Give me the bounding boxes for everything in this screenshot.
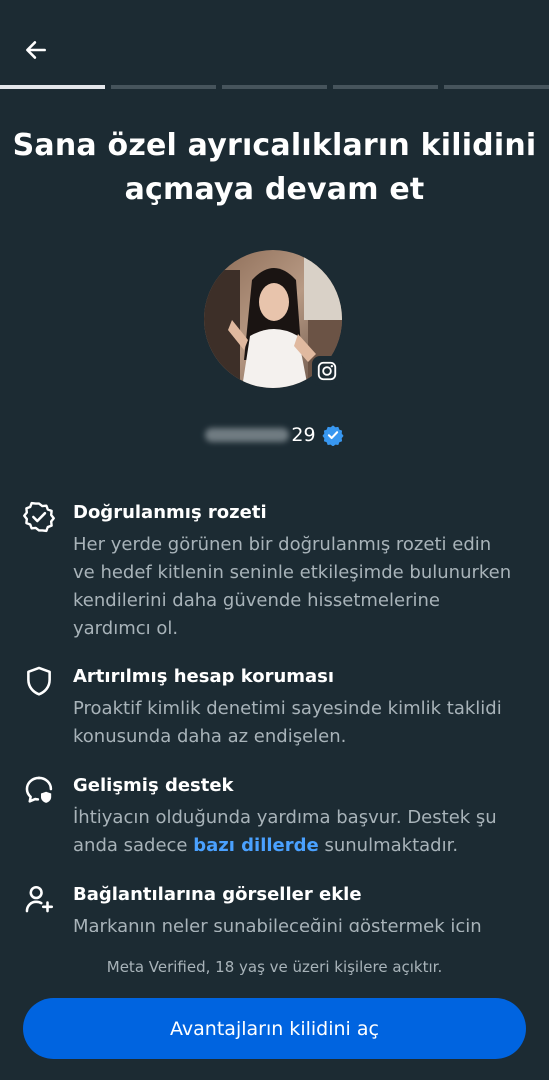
languages-link[interactable]: bazı dillerde (193, 835, 319, 856)
page-title: Sana özel ayrıcalıkların kilidini açmaya… (12, 128, 537, 207)
benefit-title: Bağlantılarına görseller ekle (73, 884, 362, 905)
unlock-benefits-button[interactable]: Avantajların kilidini aç (23, 998, 526, 1059)
back-button[interactable] (20, 34, 52, 66)
progress-segment (333, 85, 438, 89)
username: 29 (0, 424, 549, 446)
benefit-title: Artırılmış hesap koruması (73, 666, 335, 687)
progress-segment-active (0, 85, 105, 89)
support-chat-icon (25, 776, 53, 803)
progress-indicator (0, 85, 549, 89)
benefit-description: Her yerde görünen bir doğrulanmış rozeti… (73, 534, 512, 639)
benefit-description: İhtiyacın olduğunda yardıma başvur. Dest… (73, 804, 513, 860)
progress-segment (444, 85, 549, 89)
profile-avatar (204, 250, 342, 388)
benefit-title: Gelişmiş destek (73, 775, 234, 796)
arrow-left-icon (26, 41, 46, 59)
benefits-list: Doğrulanmış rozeti Her yerde görünen bir… (0, 500, 549, 932)
person-add-icon (25, 885, 54, 913)
benefit-description: Proaktif kimlik denetimi sayesinde kimli… (73, 698, 502, 747)
progress-segment (222, 85, 327, 89)
username-text: 29 (291, 424, 316, 446)
verified-badge-outline-icon (23, 501, 55, 533)
benefit-title: Doğrulanmış rozeti (73, 502, 267, 523)
benefit-description: Markanın neler sunabileceğini göstermek … (73, 916, 482, 932)
verified-badge-icon (322, 425, 344, 446)
instagram-icon (312, 356, 342, 386)
username-redacted (205, 428, 290, 442)
age-notice: Meta Verified, 18 yaş ve üzeri kişilere … (106, 958, 443, 976)
benefit-description-text-end: sunulmaktadır. (318, 835, 459, 856)
meta-verified-screen: Sana özel ayrıcalıkların kilidini açmaya… (0, 0, 549, 1080)
progress-segment (111, 85, 216, 89)
shield-icon (27, 666, 51, 696)
